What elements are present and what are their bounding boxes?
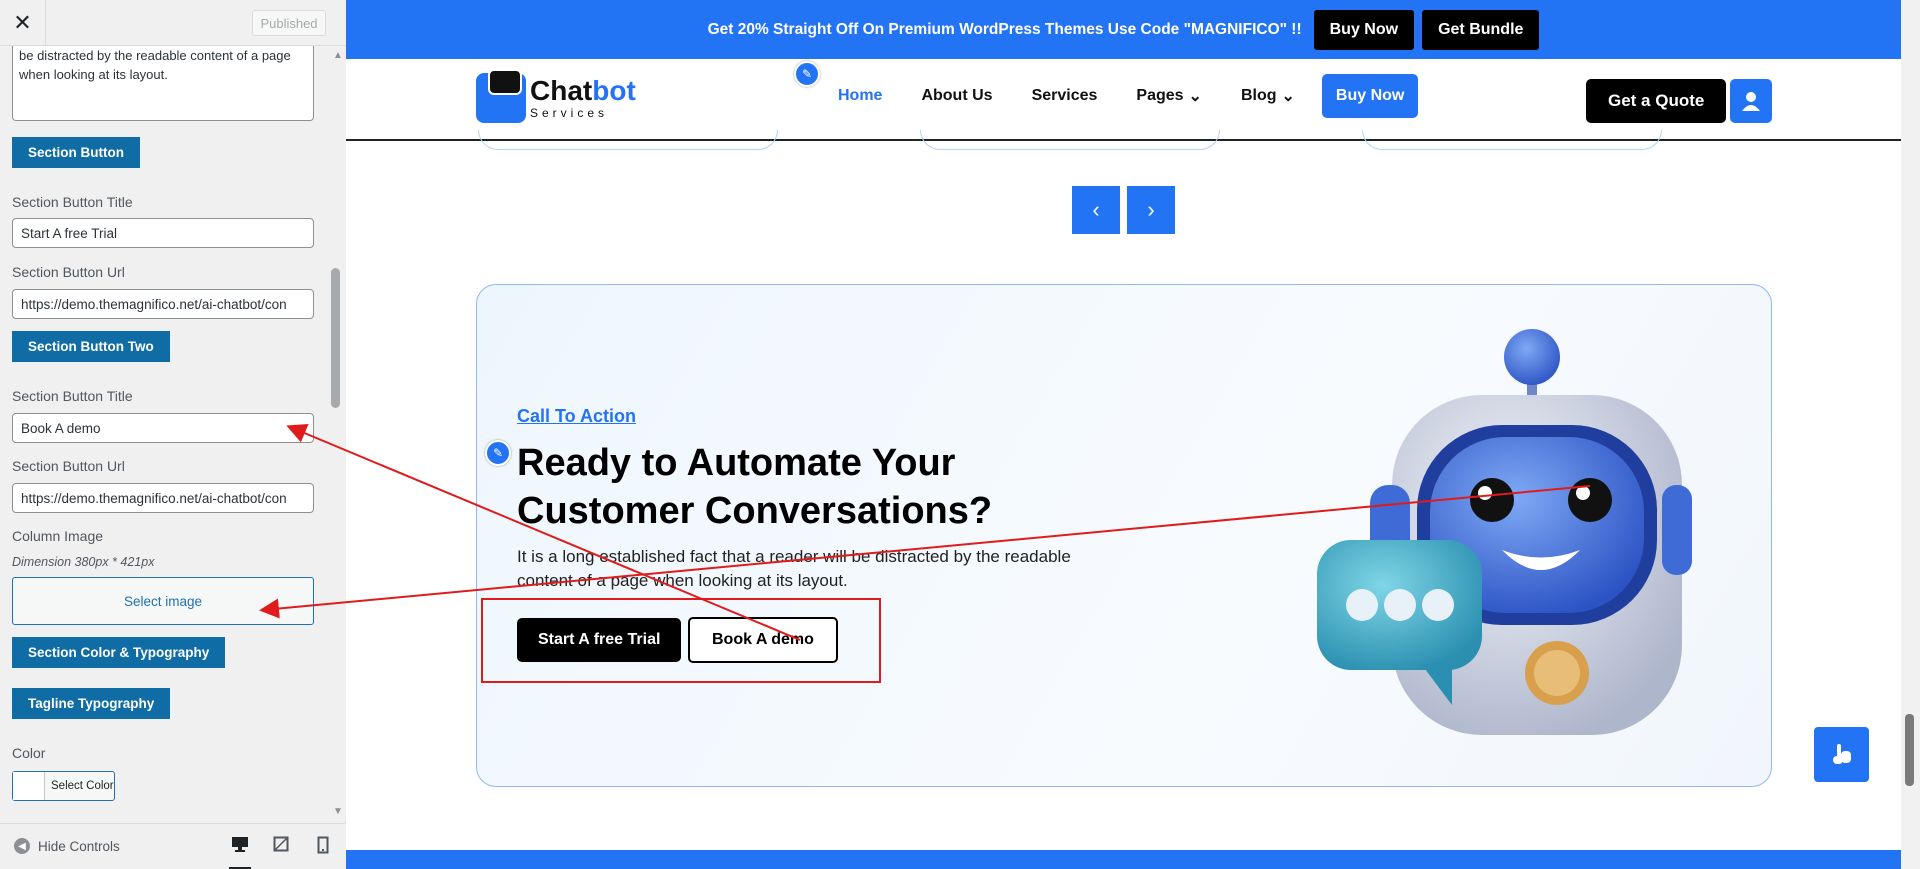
button1-url-input[interactable]: https://demo.themagnifico.net/ai-chatbot…: [12, 289, 314, 319]
nav-blog-label: Blog: [1240, 87, 1277, 104]
robot-illustration: [1317, 329, 1692, 735]
dimension-hint: Dimension 380px * 421px: [12, 555, 155, 569]
nav-pages-label: Pages: [1136, 87, 1184, 104]
panel-scrollbar[interactable]: [330, 46, 346, 821]
column-image-label: Column Image: [12, 528, 104, 544]
scroll-up-icon[interactable]: ▲: [330, 50, 346, 62]
logo-accent-text: bot: [592, 75, 636, 106]
book-demo-button[interactable]: Book A demo: [688, 617, 838, 663]
cta-description: It is a long established fact that a rea…: [517, 547, 1071, 590]
collapse-icon: ◀: [14, 838, 30, 854]
edit-pencil-icon[interactable]: ✎: [794, 61, 820, 87]
carousel-next-button[interactable]: ›: [1127, 186, 1175, 234]
panel-scroll-thumb[interactable]: [331, 268, 340, 408]
call-to-action-section: ✎ Call To Action Ready to Automate Your …: [476, 284, 1772, 787]
panel-footer: ◀ Hide Controls: [0, 823, 346, 869]
tagline-typography-toggle[interactable]: Tagline Typography: [12, 688, 171, 719]
cta-title: Ready to Automate Your Customer Conversa…: [517, 442, 993, 532]
site-header: Chatbot Services ✎ Home About Us Service…: [346, 59, 1901, 141]
button2-title-input[interactable]: Book A demo: [12, 413, 314, 443]
service-card-edge: [1362, 130, 1662, 150]
site-logo[interactable]: Chatbot Services: [476, 69, 636, 123]
button1-title-label: Section Button Title: [12, 194, 133, 210]
desktop-preview-icon[interactable]: [229, 836, 251, 869]
get-quote-button[interactable]: Get a Quote: [1586, 79, 1727, 123]
mobile-preview-icon[interactable]: [312, 836, 334, 858]
select-color-button[interactable]: Select Color: [12, 771, 115, 801]
edit-pencil-icon[interactable]: ✎: [485, 440, 511, 466]
published-button[interactable]: Published: [252, 10, 326, 36]
color-label: Color: [12, 745, 46, 761]
customizer-panel: ✕ Published be distracted by the readabl…: [0, 0, 346, 869]
section-button-toggle[interactable]: Section Button: [12, 137, 140, 168]
nav-about[interactable]: About Us: [921, 87, 992, 105]
color-typography-toggle[interactable]: Section Color & Typography: [12, 637, 226, 668]
chatbot-logo-icon: [476, 69, 526, 123]
chevron-down-icon: ⌄: [1281, 88, 1295, 105]
promo-bar: Get 20% Straight Off On Premium WordPres…: [346, 0, 1901, 59]
promo-text: Get 20% Straight Off On Premium WordPres…: [707, 20, 1302, 38]
promo-get-bundle-button[interactable]: Get Bundle: [1422, 9, 1540, 50]
section-button-two-toggle[interactable]: Section Button Two: [12, 331, 170, 362]
cta-tagline[interactable]: Call To Action: [517, 406, 636, 427]
carousel-prev-button[interactable]: ‹: [1072, 186, 1120, 234]
start-trial-button[interactable]: Start A free Trial: [517, 618, 682, 662]
button2-url-label: Section Button Url: [12, 458, 125, 474]
service-card-edge: [478, 130, 778, 150]
logo-main-text: Chat: [530, 75, 593, 106]
select-color-label: Select Color: [51, 780, 114, 792]
preview-scroll-thumb[interactable]: [1905, 714, 1914, 786]
nav-buy-now-button[interactable]: Buy Now: [1321, 74, 1419, 118]
hide-controls-label: Hide Controls: [38, 838, 120, 854]
select-image-button[interactable]: Select image: [12, 577, 314, 625]
footer-strip: [346, 850, 1901, 869]
scroll-down-icon[interactable]: ▼: [330, 806, 346, 818]
color-swatch: [13, 772, 45, 800]
logo-subtitle: Services: [530, 106, 609, 120]
chevron-down-icon: ⌄: [1188, 88, 1202, 105]
nav-services[interactable]: Services: [1032, 87, 1098, 105]
button1-url-label: Section Button Url: [12, 264, 125, 280]
service-card-edge: [920, 130, 1220, 150]
preview-scrollbar[interactable]: [1901, 0, 1920, 869]
nav-blog[interactable]: Blog ⌄: [1241, 86, 1295, 106]
section-description-textarea[interactable]: be distracted by the readable content of…: [12, 46, 314, 121]
nav-home[interactable]: Home: [838, 87, 882, 105]
button1-title-input[interactable]: Start A free Trial: [12, 218, 314, 248]
accessibility-hand-icon[interactable]: [1814, 727, 1869, 782]
promo-buy-now-button[interactable]: Buy Now: [1313, 9, 1415, 50]
main-nav: Home About Us Services Pages ⌄ Blog ⌄ Buy …: [838, 74, 1419, 118]
close-icon[interactable]: ✕: [0, 0, 46, 46]
button2-title-label: Section Button Title: [12, 388, 133, 404]
tablet-preview-icon[interactable]: [270, 836, 292, 858]
user-icon[interactable]: [1730, 79, 1772, 123]
panel-body: be distracted by the readable content of…: [0, 46, 330, 821]
hide-controls-button[interactable]: ◀ Hide Controls: [14, 838, 120, 854]
button2-url-input[interactable]: https://demo.themagnifico.net/ai-chatbot…: [12, 483, 314, 513]
nav-pages[interactable]: Pages ⌄: [1136, 86, 1202, 106]
site-preview: Get 20% Straight Off On Premium WordPres…: [346, 0, 1920, 869]
panel-header: ✕ Published: [0, 0, 346, 46]
